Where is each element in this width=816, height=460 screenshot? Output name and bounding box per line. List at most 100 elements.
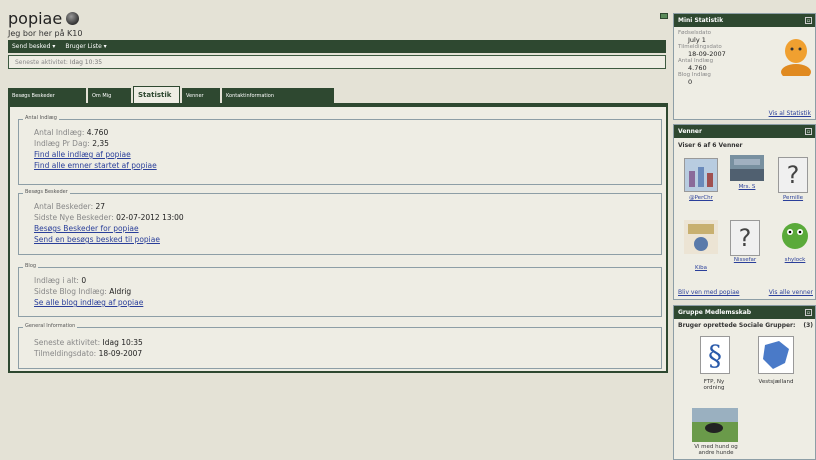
friend-thumb-2[interactable] bbox=[730, 155, 764, 181]
tab-statistics[interactable]: Statistik bbox=[133, 86, 180, 103]
visitor-newest-row: Sidste Nye Beskeder: 02-07-2012 13:00 bbox=[34, 212, 661, 223]
status-icon bbox=[66, 12, 80, 25]
friend-thumb-4[interactable] bbox=[684, 220, 718, 254]
visitor-group: Besøgs Beskeder Antal Beskeder: 27 Sidst… bbox=[18, 189, 662, 255]
activity-label: Seneste aktivitet: bbox=[15, 59, 68, 66]
user-list-menu[interactable]: Bruger Liste ▾ bbox=[65, 43, 106, 50]
befriend-link[interactable]: Bliv ven med popiae bbox=[678, 289, 739, 296]
statistics-panel: Antal Indlæg Antal Indlæg: 4.760 Indlæg … bbox=[8, 103, 668, 373]
posts-count-label: Antal Indlæg: bbox=[34, 128, 85, 137]
friend-name-3[interactable]: Pernille bbox=[773, 195, 813, 201]
general-activity: Idag 10:35 bbox=[102, 338, 143, 347]
all-stats-link[interactable]: Vis al Statistik bbox=[769, 110, 811, 117]
friend-photo-4-icon bbox=[684, 220, 718, 254]
visitor-newest-label: Sidste Nye Beskeder: bbox=[34, 213, 114, 222]
visitor-messages-link[interactable]: Besøgs Beskeder for popiae bbox=[34, 223, 661, 234]
friend-photo-6-icon bbox=[782, 223, 808, 249]
tab-contact-info[interactable]: Kontaktinformation bbox=[222, 88, 334, 103]
friends-header: Venner ▫ bbox=[674, 125, 815, 138]
profile-title: popiae bbox=[8, 9, 80, 28]
friend-thumb-5[interactable]: ? bbox=[730, 220, 760, 256]
find-posts-link[interactable]: Find alle indlæg af popiae bbox=[34, 149, 661, 160]
mini-blog: 0 bbox=[688, 78, 693, 86]
blog-posts-link[interactable]: Se alle blog indlæg af popiae bbox=[34, 297, 661, 308]
collapse-icon[interactable]: ▫ bbox=[805, 17, 812, 24]
general-joined: 18-09-2007 bbox=[98, 349, 143, 358]
groups-title: Gruppe Medlemsskab bbox=[678, 309, 752, 316]
visitor-newest: 02-07-2012 13:00 bbox=[116, 213, 184, 222]
friend-thumb-1[interactable] bbox=[684, 158, 718, 192]
group-thumb-2[interactable] bbox=[758, 336, 794, 374]
friend-photo-2-icon bbox=[730, 155, 764, 181]
posts-per-day-label: Indlæg Pr Dag: bbox=[34, 139, 90, 148]
avatar-icon bbox=[781, 39, 811, 80]
collapse-icon[interactable]: ▫ bbox=[805, 128, 812, 135]
groups-box: Gruppe Medlemsskab ▫ Bruger oprettede Soc… bbox=[673, 305, 816, 460]
mini-stats-title: Mini Statistik bbox=[678, 17, 724, 24]
general-legend: General Information bbox=[23, 323, 78, 329]
general-joined-row: Tilmeldingsdato: 18-09-2007 bbox=[34, 348, 661, 359]
friend-name-1[interactable]: @PerChr bbox=[681, 195, 721, 201]
visitor-count-row: Antal Beskeder: 27 bbox=[34, 201, 661, 212]
group-thumb-1[interactable]: § bbox=[700, 336, 730, 374]
posts-per-day: 2,35 bbox=[92, 139, 109, 148]
friend-name-4[interactable]: Kiba bbox=[681, 265, 721, 271]
username: popiae bbox=[8, 9, 63, 28]
blog-last: Aldrig bbox=[109, 287, 132, 296]
blog-count: 0 bbox=[81, 276, 87, 285]
all-friends-link[interactable]: Vis alle venner bbox=[769, 289, 813, 296]
friend-photo-1-icon bbox=[685, 159, 717, 191]
collapse-icon[interactable]: ▫ bbox=[805, 309, 812, 316]
general-activity-label: Seneste aktivitet: bbox=[34, 338, 101, 347]
blog-last-label: Sidste Blog Indlæg: bbox=[34, 287, 107, 296]
mini-joined: 18-09-2007 bbox=[688, 50, 726, 58]
general-activity-row: Seneste aktivitet: Idag 10:35 bbox=[34, 337, 661, 348]
send-visitor-message-link[interactable]: Send en besøgs besked til popiae bbox=[34, 234, 661, 245]
posts-group: Antal Indlæg Antal Indlæg: 4.760 Indlæg … bbox=[18, 115, 662, 185]
map-icon bbox=[763, 341, 789, 369]
friends-box: Venner ▫ Viser 6 af 6 Venner @PerChr Mrs.… bbox=[673, 124, 816, 300]
visitor-count: 27 bbox=[95, 202, 106, 211]
section-sign-icon: § bbox=[708, 339, 722, 372]
tab-about-me[interactable]: Om Mig bbox=[88, 88, 131, 103]
general-joined-label: Tilmeldingsdato: bbox=[34, 349, 97, 358]
posts-legend: Antal Indlæg bbox=[23, 115, 59, 121]
posts-count: 4.760 bbox=[86, 128, 109, 137]
groups-summary: Bruger oprettede Sociale Grupper: bbox=[678, 322, 796, 329]
friend-name-5[interactable]: Nissefar bbox=[725, 257, 765, 263]
posts-count-row: Antal Indlæg: 4.760 bbox=[34, 127, 661, 138]
panel-toggle-icon[interactable] bbox=[660, 13, 668, 19]
general-group: General Information Seneste aktivitet: I… bbox=[18, 323, 662, 369]
tab-visitor-messages[interactable]: Besøgs Beskeder bbox=[8, 88, 86, 103]
svg-text:§: § bbox=[708, 339, 722, 372]
posts-per-day-row: Indlæg Pr Dag: 2,35 bbox=[34, 138, 661, 149]
placeholder-question-icon: ? bbox=[786, 161, 800, 189]
friends-summary: Viser 6 af 6 Venner bbox=[678, 142, 743, 149]
group-name-3[interactable]: Vi med hund og andre hunde bbox=[694, 444, 738, 456]
friend-thumb-6[interactable] bbox=[778, 220, 812, 254]
profile-tabs: Besøgs Beskeder Om Mig Statistik Venner … bbox=[8, 86, 336, 103]
tab-friends[interactable]: Venner bbox=[182, 88, 220, 103]
blog-count-row: Indlæg i alt: 0 bbox=[34, 275, 661, 286]
avatar bbox=[779, 36, 813, 80]
blog-group: Blog Indlæg i alt: 0 Sidste Blog Indlæg:… bbox=[18, 263, 662, 317]
groups-count: (3) bbox=[803, 322, 813, 329]
mini-stats-box: Mini Statistik ▫ Fødselsdato July 1 Tilme… bbox=[673, 13, 816, 120]
friend-thumb-3[interactable]: ? bbox=[778, 157, 808, 193]
mini-birth: July 1 bbox=[688, 36, 706, 44]
dog-photo-icon bbox=[692, 408, 738, 442]
blog-legend: Blog bbox=[23, 263, 39, 269]
friend-name-2[interactable]: Mrs. S bbox=[727, 184, 767, 190]
group-thumb-3[interactable] bbox=[692, 408, 738, 442]
groups-header: Gruppe Medlemsskab ▫ bbox=[674, 306, 815, 319]
group-name-2[interactable]: Vestsjælland bbox=[756, 379, 796, 385]
visitor-count-label: Antal Beskeder: bbox=[34, 202, 94, 211]
visitor-legend: Besøgs Beskeder bbox=[23, 189, 70, 195]
friends-title: Venner bbox=[678, 128, 702, 135]
group-name-1[interactable]: FTP, Ny ordning bbox=[694, 379, 734, 391]
find-topics-link[interactable]: Find alle emner startet af popiae bbox=[34, 160, 661, 171]
send-message-menu[interactable]: Send besked ▾ bbox=[12, 43, 55, 50]
activity-bar: Seneste aktivitet: Idag 10:35 bbox=[8, 55, 666, 69]
blog-count-label: Indlæg i alt: bbox=[34, 276, 79, 285]
friend-name-6[interactable]: shylock bbox=[775, 257, 815, 263]
